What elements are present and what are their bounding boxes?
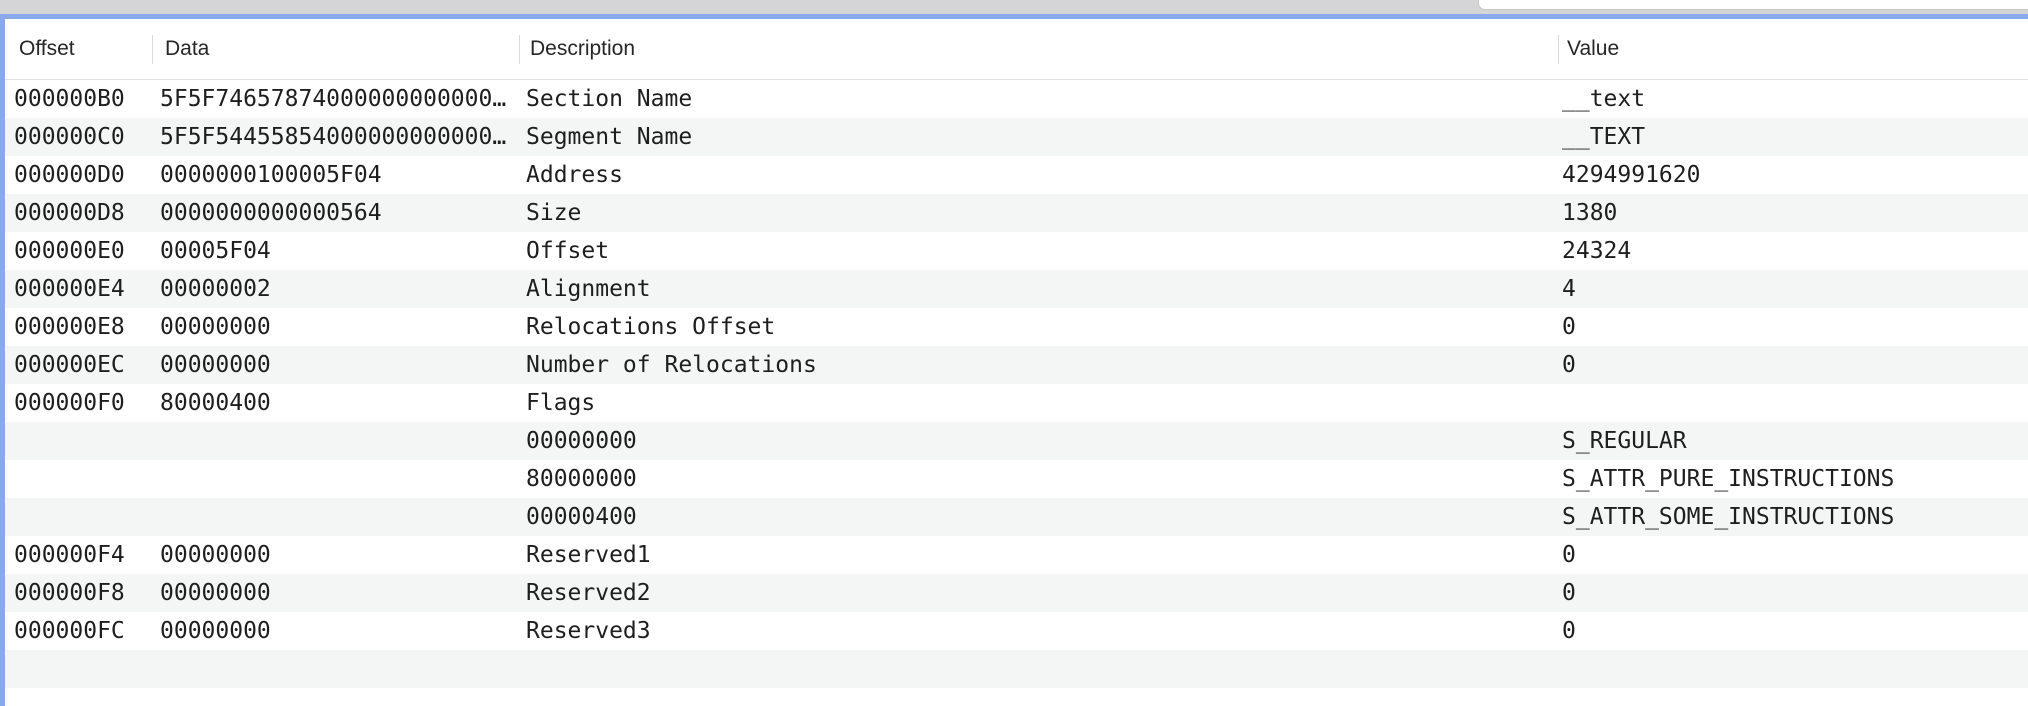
cell-description: Segment Name bbox=[526, 124, 693, 150]
cell-description: Address bbox=[526, 162, 623, 188]
cell-offset: 000000EC bbox=[14, 352, 125, 378]
table-row[interactable]: 00000400 S_ATTR_SOME_INSTRUCTIONS bbox=[5, 498, 2028, 536]
table-row[interactable]: 000000D0 0000000100005F04 Address 429499162… bbox=[5, 156, 2028, 194]
cell-value: __TEXT bbox=[1562, 124, 1646, 150]
table-row[interactable]: 000000F8 00000000 Reserved2 0 bbox=[5, 574, 2028, 612]
table-row[interactable]: 000000D8 0000000000000564 Size 1380 bbox=[5, 194, 2028, 232]
cell-offset: 000000FC bbox=[14, 618, 125, 644]
column-header-data[interactable]: Data bbox=[165, 19, 209, 79]
table-row[interactable]: 80000000 S_ATTR_PURE_INSTRUCTIONS bbox=[5, 460, 2028, 498]
cell-value: S_ATTR_PURE_INSTRUCTIONS bbox=[1562, 466, 1895, 492]
cell-data: 00000000 bbox=[160, 618, 271, 644]
cell-data bbox=[160, 498, 518, 536]
cell-description: 80000000 bbox=[526, 466, 637, 492]
table-row[interactable]: 000000F0 80000400 Flags bbox=[5, 384, 2028, 422]
cell-value: S_ATTR_SOME_INSTRUCTIONS bbox=[1562, 504, 1895, 530]
cell-value: 4 bbox=[1562, 276, 1576, 302]
cell-description: Flags bbox=[526, 390, 596, 416]
table-row[interactable]: 000000E0 00005F04 Offset 24324 bbox=[5, 232, 2028, 270]
cell-value: 1380 bbox=[1562, 200, 1618, 226]
cell-data: 80000400 bbox=[160, 390, 271, 416]
cell-data: 00000000 bbox=[160, 314, 271, 340]
cell-data bbox=[160, 460, 518, 498]
cell-data bbox=[160, 422, 518, 460]
cell-data: 00005F04 bbox=[160, 238, 271, 264]
cell-offset: 000000D0 bbox=[14, 162, 125, 188]
cell-description: Reserved1 bbox=[526, 542, 651, 568]
cell-value: 0 bbox=[1562, 618, 1576, 644]
cell-data: 00000000 bbox=[160, 352, 271, 378]
table-row[interactable]: 000000B0 5F5F7465787400000000000000000000… bbox=[5, 80, 2028, 118]
cell-value: 0 bbox=[1562, 352, 1576, 378]
table-view: Offset Data Description Value 000000B0 5F… bbox=[0, 14, 2028, 706]
cell-description: 00000400 bbox=[526, 504, 637, 530]
cell-description: Alignment bbox=[526, 276, 651, 302]
cell-value: 0 bbox=[1562, 580, 1576, 606]
cell-description: Section Name bbox=[526, 86, 693, 112]
table-row[interactable]: 000000F4 00000000 Reserved1 0 bbox=[5, 536, 2028, 574]
cell-data: 5F5F544558540000000000000000000000 bbox=[160, 124, 518, 150]
cell-offset bbox=[14, 422, 152, 460]
cell-data: 5F5F746578740000000000000000000000 bbox=[160, 86, 518, 112]
cell-offset: 000000E8 bbox=[14, 314, 125, 340]
cell-offset: 000000E4 bbox=[14, 276, 125, 302]
cell-description: Offset bbox=[526, 238, 610, 264]
cell-offset: 000000C0 bbox=[14, 124, 125, 150]
cell-data: 00000002 bbox=[160, 276, 271, 302]
table-body: 000000B0 5F5F7465787400000000000000000000… bbox=[5, 80, 2028, 706]
column-header-value[interactable]: Value bbox=[1567, 19, 1619, 79]
table-row[interactable] bbox=[5, 688, 2028, 706]
column-header-description[interactable]: Description bbox=[530, 19, 635, 79]
table-row[interactable]: 000000C0 5F5F5445585400000000000000000000… bbox=[5, 118, 2028, 156]
table-row[interactable] bbox=[5, 650, 2028, 688]
cell-value: 0 bbox=[1562, 542, 1576, 568]
column-divider[interactable] bbox=[1558, 35, 1559, 64]
column-divider[interactable] bbox=[519, 35, 520, 64]
cell-description: Number of Relocations bbox=[526, 352, 817, 378]
cell-offset: 000000F0 bbox=[14, 390, 125, 416]
cell-offset: 000000D8 bbox=[14, 200, 125, 226]
table-header: Offset Data Description Value bbox=[5, 19, 2028, 80]
cell-data: 00000000 bbox=[160, 580, 271, 606]
cell-description: Size bbox=[526, 200, 582, 226]
table-row[interactable]: 000000E8 00000000 Relocations Offset 0 bbox=[5, 308, 2028, 346]
column-header-offset[interactable]: Offset bbox=[19, 19, 75, 79]
cell-offset bbox=[14, 460, 152, 498]
cell-value: 0 bbox=[1562, 314, 1576, 340]
cell-description: Reserved3 bbox=[526, 618, 651, 644]
cell-offset: 000000F8 bbox=[14, 580, 125, 606]
cell-description: Relocations Offset bbox=[526, 314, 776, 340]
cell-data: 0000000000000564 bbox=[160, 200, 382, 226]
column-divider[interactable] bbox=[152, 35, 153, 64]
cell-data: 00000000 bbox=[160, 542, 271, 568]
cell-data: 0000000100005F04 bbox=[160, 162, 382, 188]
cell-offset: 000000F4 bbox=[14, 542, 125, 568]
cell-description: Reserved2 bbox=[526, 580, 651, 606]
table-row[interactable]: 00000000 S_REGULAR bbox=[5, 422, 2028, 460]
cell-value bbox=[1562, 384, 2022, 422]
cell-value: 24324 bbox=[1562, 238, 1632, 264]
table-row[interactable]: 000000E4 00000002 Alignment 4 bbox=[5, 270, 2028, 308]
cell-offset bbox=[14, 498, 152, 536]
search-field[interactable] bbox=[1478, 0, 2028, 10]
cell-description: 00000000 bbox=[526, 428, 637, 454]
cell-offset: 000000E0 bbox=[14, 238, 125, 264]
cell-value: S_REGULAR bbox=[1562, 428, 1687, 454]
cell-offset: 000000B0 bbox=[14, 86, 125, 112]
table-row[interactable]: 000000EC 00000000 Number of Relocations 0 bbox=[5, 346, 2028, 384]
table-row[interactable]: 000000FC 00000000 Reserved3 0 bbox=[5, 612, 2028, 650]
cell-value: __text bbox=[1562, 86, 1646, 112]
cell-value: 4294991620 bbox=[1562, 162, 1701, 188]
